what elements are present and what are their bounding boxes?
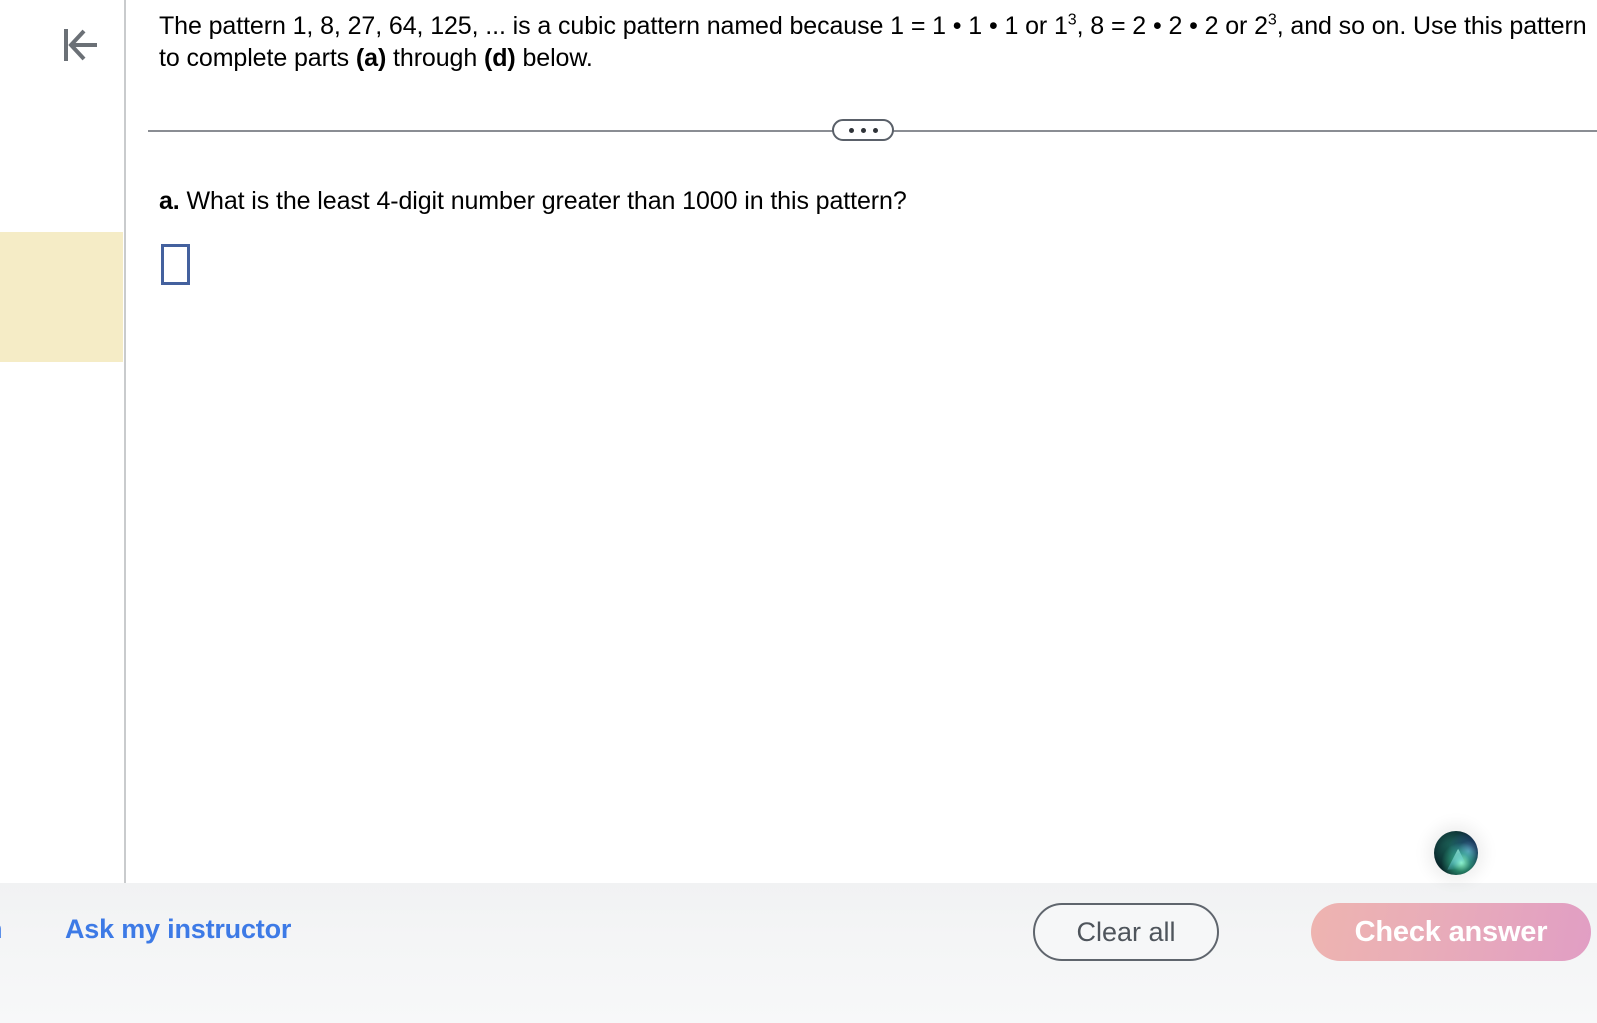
highlighted-region [0,232,123,362]
section-divider [148,119,1597,141]
part-a-question-text: What is the least 4-digit number greater… [186,187,907,215]
problem-statement-line1: The pattern 1, 8, 27, 64, 125, ... is a … [159,12,1068,40]
part-d-ref: (d) [484,44,516,72]
dot-3-icon [872,127,878,133]
problem-statement: The pattern 1, 8, 27, 64, 125, ... is a … [159,10,1589,74]
part-a-answer-input[interactable] [161,244,190,285]
bottom-toolbar: n Ask my instructor Clear all Check answ… [0,883,1597,1023]
below-label: below. [522,44,593,72]
problem-content: The pattern 1, 8, 27, 64, 125, ... is a … [126,0,1597,883]
exponent-two-cubed: 3 [1267,11,1277,29]
through-label: through [393,44,478,72]
dot-2-icon [860,127,866,133]
check-answer-button[interactable]: Check answer [1311,903,1591,961]
left-rail [0,0,126,883]
assistant-orb-icon[interactable] [1434,831,1478,875]
truncated-left-link[interactable]: n [0,914,3,945]
skip-to-start-icon[interactable] [52,18,106,72]
expand-dots-button[interactable] [832,119,894,141]
dot-1-icon [848,127,854,133]
part-a-ref: (a) [355,44,387,72]
problem-statement-mid: , 8 = 2 • 2 • 2 or 2 [1076,12,1268,40]
part-a-question: a. What is the least 4-digit number grea… [159,185,907,217]
clear-all-button[interactable]: Clear all [1033,903,1219,961]
exponent-one-cubed: 3 [1067,11,1077,29]
ask-my-instructor-button[interactable]: Ask my instructor [65,914,291,945]
problem-page: The pattern 1, 8, 27, 64, 125, ... is a … [0,0,1597,1023]
part-a-label: a. [159,187,180,215]
